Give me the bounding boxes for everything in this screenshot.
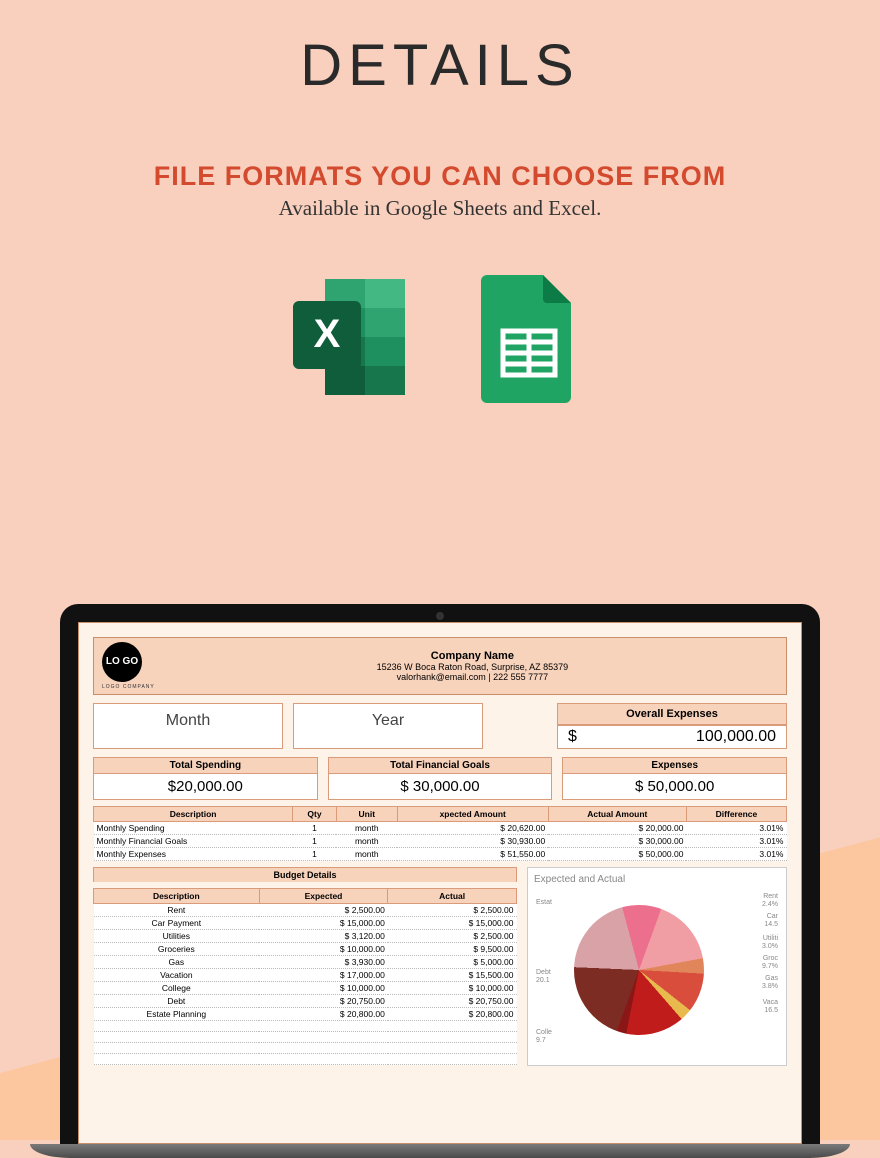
table-row: College$ 10,000.00$ 10,000.00 — [94, 982, 517, 995]
table-row: Monthly Expenses1month$ 51,550.00$ 50,00… — [94, 848, 787, 861]
excel-icon: X — [281, 267, 421, 407]
overall-expenses-label: Overall Expenses — [558, 704, 786, 725]
chart-label: Groc9.7% — [762, 955, 778, 970]
table-row: Car Payment$ 15,000.00$ 15,000.00 — [94, 917, 517, 930]
formats-subtitle: Available in Google Sheets and Excel. — [0, 196, 880, 221]
chart-label: Rent2.4% — [762, 893, 778, 908]
summary-table: DescriptionQtyUnitxpected AmountActual A… — [93, 806, 787, 861]
google-sheets-icon — [459, 267, 599, 407]
chart-label: Car14.5 — [764, 913, 778, 928]
col-header: Qty — [293, 807, 337, 822]
table-row — [94, 1021, 517, 1032]
overall-expenses-value: $ 100,000.00 — [558, 725, 786, 748]
chart-title: Expected and Actual — [534, 874, 780, 885]
budget-title: Budget Details — [93, 867, 517, 882]
company-name: Company Name — [167, 650, 778, 662]
chart-label: Colle9.7 — [536, 1029, 552, 1044]
col-header: Expected — [259, 889, 388, 904]
total-label: Total Financial Goals — [329, 758, 552, 774]
table-row: Utilities$ 3,120.00$ 2,500.00 — [94, 930, 517, 943]
svg-text:X: X — [314, 312, 341, 356]
budget-table: DescriptionExpectedActualRent$ 2,500.00$… — [93, 888, 517, 1065]
col-header: Actual — [388, 889, 517, 904]
table-row: Rent$ 2,500.00$ 2,500.00 — [94, 904, 517, 917]
laptop-mockup: LO GO LOGO COMPANY Company Name 15236 W … — [60, 604, 820, 1158]
logo-icon: LO GO — [102, 642, 142, 682]
company-contact: valorhank@email.com | 222 555 7777 — [167, 672, 778, 682]
total-value: $ 50,000.00 — [563, 774, 786, 799]
table-row: Groceries$ 10,000.00$ 9,500.00 — [94, 943, 517, 956]
table-row: Estate Planning$ 20,800.00$ 20,800.00 — [94, 1008, 517, 1021]
formats-heading: FILE FORMATS YOU CAN CHOOSE FROM — [0, 161, 880, 192]
table-row — [94, 1054, 517, 1065]
page-title: DETAILS — [0, 0, 880, 99]
logo-subtext: LOGO COMPANY — [102, 684, 155, 690]
table-row: Monthly Financial Goals1month$ 30,930.00… — [94, 835, 787, 848]
table-row: Monthly Spending1month$ 20,620.00$ 20,00… — [94, 822, 787, 835]
table-row — [94, 1043, 517, 1054]
table-row: Vacation$ 17,000.00$ 15,500.00 — [94, 969, 517, 982]
table-row: Gas$ 3,930.00$ 5,000.00 — [94, 956, 517, 969]
col-header: xpected Amount — [397, 807, 548, 822]
pie-chart: Expected and Actual Estat Debt20.1 Colle9.… — [527, 867, 787, 1066]
chart-label: Debt20.1 — [536, 969, 551, 984]
format-icons-row: X — [0, 267, 880, 407]
col-header: Unit — [336, 807, 397, 822]
col-header: Description — [94, 807, 293, 822]
col-header: Actual Amount — [548, 807, 686, 822]
budget-details: Budget Details DescriptionExpectedActual… — [93, 867, 517, 1066]
chart-label: Vaca16.5 — [763, 999, 778, 1014]
total-value: $20,000.00 — [94, 774, 317, 799]
year-input[interactable]: Year — [293, 703, 483, 749]
table-row — [94, 1032, 517, 1043]
chart-label: Gas3.8% — [762, 975, 778, 990]
spreadsheet-preview: LO GO LOGO COMPANY Company Name 15236 W … — [78, 622, 802, 1144]
table-row: Debt$ 20,750.00$ 20,750.00 — [94, 995, 517, 1008]
chart-label: Utiliti3.0% — [762, 935, 778, 950]
col-header: Description — [94, 889, 260, 904]
total-value: $ 30,000.00 — [329, 774, 552, 799]
company-header: LO GO LOGO COMPANY Company Name 15236 W … — [93, 637, 787, 695]
total-label: Total Spending — [94, 758, 317, 774]
chart-label: Estat — [536, 899, 552, 907]
company-address: 15236 W Boca Raton Road, Surprise, AZ 85… — [167, 662, 778, 672]
col-header: Difference — [686, 807, 786, 822]
total-label: Expenses — [563, 758, 786, 774]
month-input[interactable]: Month — [93, 703, 283, 749]
